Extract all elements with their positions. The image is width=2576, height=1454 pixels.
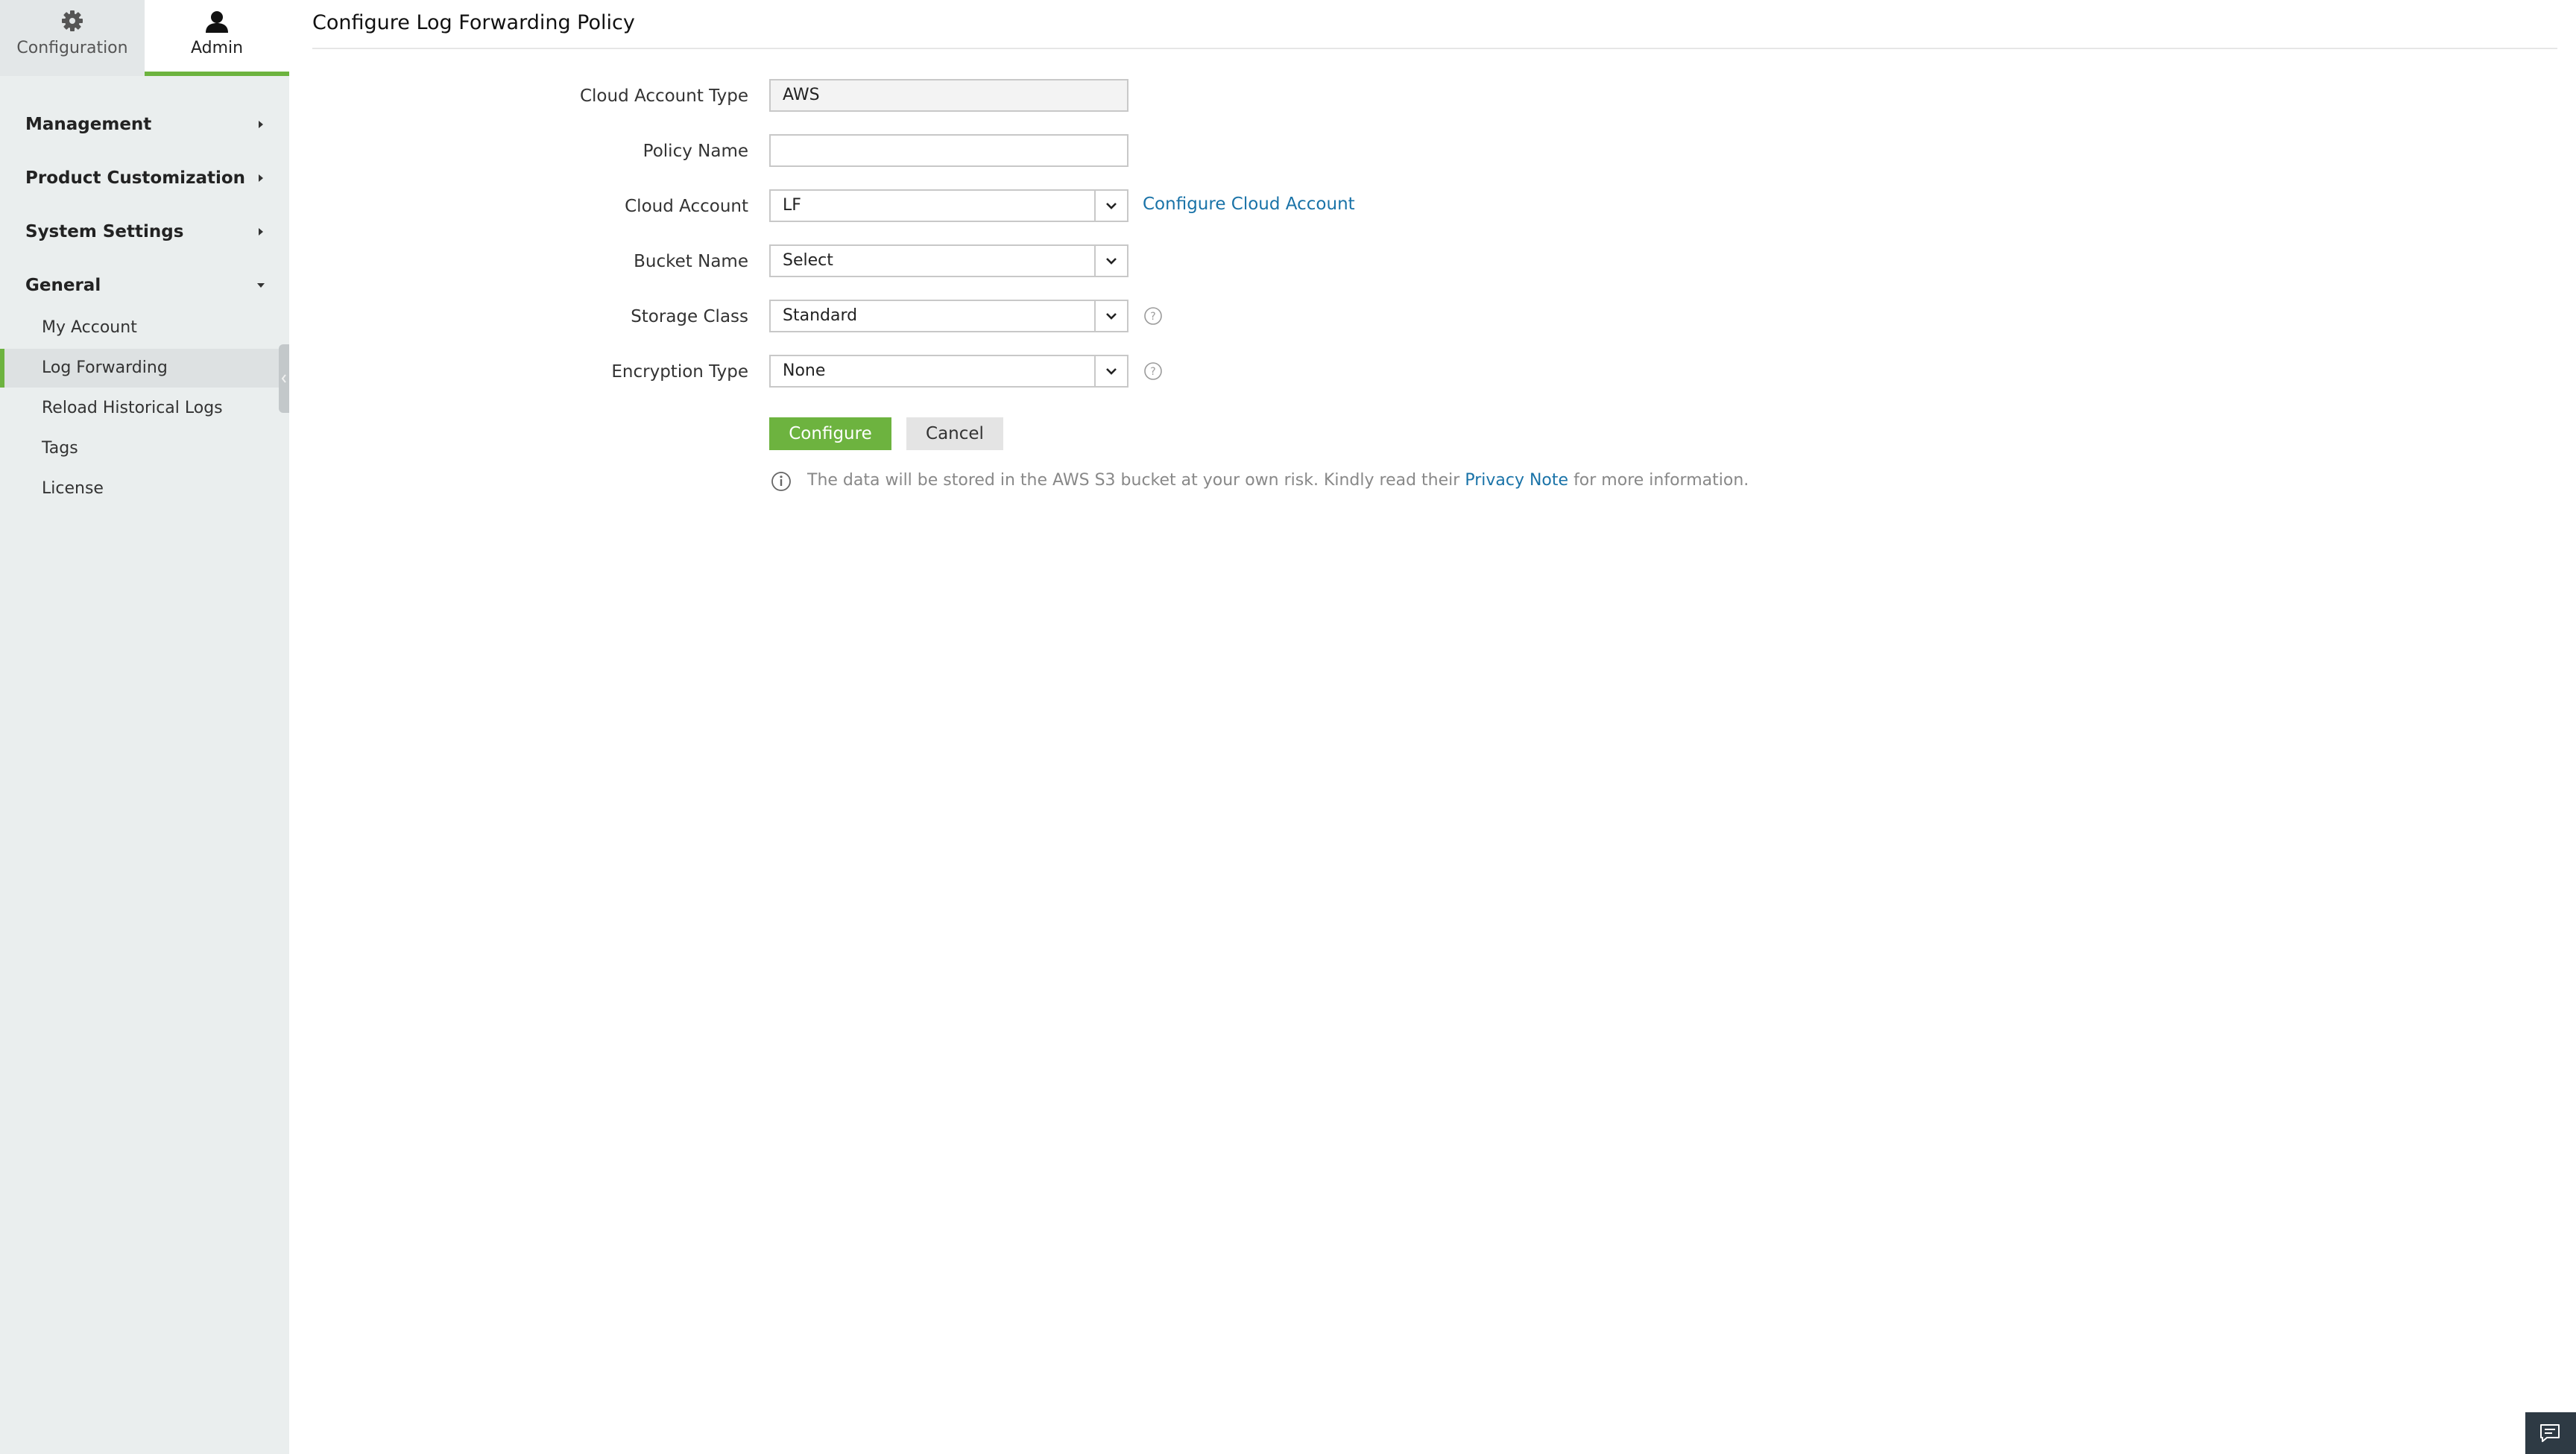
sidebar-section-label: Product Customization	[25, 168, 246, 188]
sidebar-item-reload-historical-logs[interactable]: Reload Historical Logs	[0, 389, 289, 428]
storage-class-select[interactable]: Standard	[769, 300, 1128, 332]
encryption-type-select-value: None	[783, 361, 826, 380]
cloud-account-select[interactable]: LF	[769, 189, 1128, 222]
sidebar-item-my-account[interactable]: My Account	[0, 309, 289, 347]
svg-text:?: ?	[1150, 366, 1155, 378]
sidebar-section-management[interactable]: Management	[0, 107, 289, 140]
configure-button[interactable]: Configure	[769, 417, 891, 450]
policy-name-label: Policy Name	[643, 142, 748, 161]
info-text: The data will be stored in the AWS S3 bu…	[807, 470, 1749, 492]
cloud-account-type-label: Cloud Account Type	[579, 86, 748, 106]
sidebar-section-label: Management	[25, 115, 152, 134]
storage-class-help-icon[interactable]: ?	[1143, 306, 1163, 326]
sidebar-section-system-settings[interactable]: System Settings	[0, 215, 289, 247]
title-divider	[312, 48, 2557, 49]
configure-cloud-account-link[interactable]: Configure Cloud Account	[1143, 193, 1355, 215]
caret-right-icon	[259, 174, 263, 182]
privacy-note-link[interactable]: Privacy Note	[1465, 471, 1568, 490]
encryption-type-select[interactable]: None	[769, 355, 1128, 388]
caret-right-icon	[259, 121, 263, 128]
encryption-type-help-icon[interactable]: ?	[1143, 361, 1163, 381]
cancel-button[interactable]: Cancel	[906, 417, 1003, 450]
sidebar-item-license[interactable]: License	[0, 470, 289, 508]
sidebar-item-label: Log Forwarding	[42, 358, 168, 377]
sidebar-section-label: General	[25, 276, 101, 295]
sidebar-section-product-customization[interactable]: Product Customization	[0, 161, 289, 194]
chevron-left-icon	[281, 374, 286, 383]
info-text-prefix: The data will be stored in the AWS S3 bu…	[807, 471, 1460, 490]
storage-class-select-value: Standard	[783, 306, 858, 325]
bucket-name-select[interactable]: Select	[769, 244, 1128, 277]
chevron-down-icon	[1106, 313, 1117, 320]
info-text-suffix: for more information.	[1573, 471, 1749, 490]
sidebar-top-tabs: Configuration Admin	[0, 0, 289, 76]
encryption-type-dropdown-button[interactable]	[1094, 356, 1127, 386]
encryption-type-label: Encryption Type	[611, 362, 748, 382]
svg-text:?: ?	[1150, 311, 1155, 323]
sidebar-section-general[interactable]: General	[0, 268, 289, 301]
caret-down-icon	[257, 283, 265, 288]
cloud-account-dropdown-button[interactable]	[1094, 191, 1127, 221]
sidebar: Configuration Admin Management Product C…	[0, 0, 289, 1454]
chat-icon	[2540, 1424, 2560, 1442]
info-icon	[771, 472, 791, 491]
sidebar-item-tags[interactable]: Tags	[0, 429, 289, 468]
chevron-down-icon	[1106, 368, 1117, 375]
tab-admin-label: Admin	[190, 39, 244, 57]
sidebar-item-label: Reload Historical Logs	[42, 399, 223, 417]
user-icon	[206, 11, 228, 33]
caret-right-icon	[259, 228, 263, 236]
sidebar-item-label: Tags	[42, 439, 78, 458]
tab-configuration-label: Configuration	[16, 39, 128, 57]
sidebar-section-label: System Settings	[25, 222, 184, 241]
sidebar-item-log-forwarding[interactable]: Log Forwarding	[0, 349, 289, 388]
gear-icon	[62, 10, 83, 31]
tab-admin[interactable]: Admin	[145, 0, 289, 76]
bucket-name-dropdown-button[interactable]	[1094, 246, 1127, 276]
policy-name-input[interactable]	[769, 134, 1128, 167]
sidebar-item-label: My Account	[42, 318, 137, 337]
page-title: Configure Log Forwarding Policy	[312, 11, 635, 34]
storage-class-dropdown-button[interactable]	[1094, 301, 1127, 331]
cloud-account-select-value: LF	[783, 196, 801, 215]
storage-class-label: Storage Class	[631, 307, 748, 326]
cloud-account-type-field: AWS	[769, 79, 1128, 112]
cloud-account-label: Cloud Account	[625, 197, 748, 216]
sidebar-collapse-handle[interactable]	[279, 344, 289, 413]
sidebar-item-label: License	[42, 479, 104, 498]
chat-button[interactable]	[2525, 1412, 2576, 1454]
chevron-down-icon	[1106, 258, 1117, 265]
tab-configuration[interactable]: Configuration	[0, 0, 145, 76]
bucket-name-select-value: Select	[783, 251, 833, 270]
bucket-name-label: Bucket Name	[634, 252, 748, 271]
chevron-down-icon	[1106, 203, 1117, 209]
